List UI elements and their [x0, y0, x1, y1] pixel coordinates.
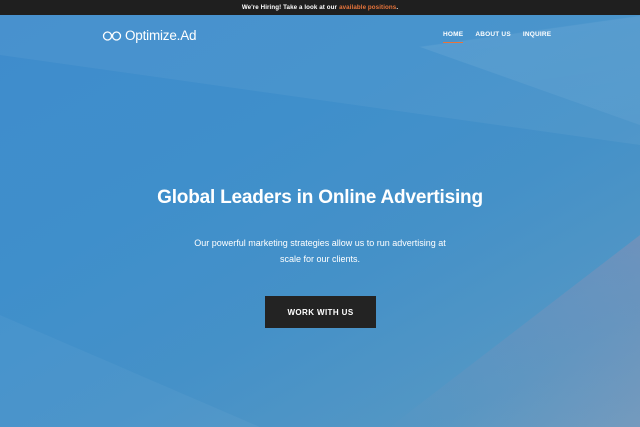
nav-inquire[interactable]: INQUIRE — [523, 31, 552, 38]
main-nav: HOME ABOUT US INQUIRE — [443, 31, 552, 43]
announcement-text: We're Hiring! Take a look at our — [241, 4, 338, 11]
announcement-period: . — [396, 4, 399, 11]
hero-section — [0, 15, 640, 427]
available-positions-link[interactable]: available positions — [339, 4, 396, 11]
work-with-us-button[interactable]: WORK WITH US — [265, 296, 376, 328]
nav-about-us[interactable]: ABOUT US — [475, 31, 511, 38]
announcement-bar: We're Hiring! Take a look at our availab… — [0, 0, 640, 15]
hero-headline: Global Leaders in Online Advertising — [157, 187, 483, 208]
nav-home[interactable]: HOME — [443, 31, 464, 43]
brand-logo[interactable]: Optimize.Ad — [102, 27, 197, 45]
infinity-logo-icon — [102, 29, 122, 43]
brand-name: Optimize.Ad — [125, 28, 197, 44]
hero-subtext: Our powerful marketing strategies allow … — [194, 238, 446, 264]
